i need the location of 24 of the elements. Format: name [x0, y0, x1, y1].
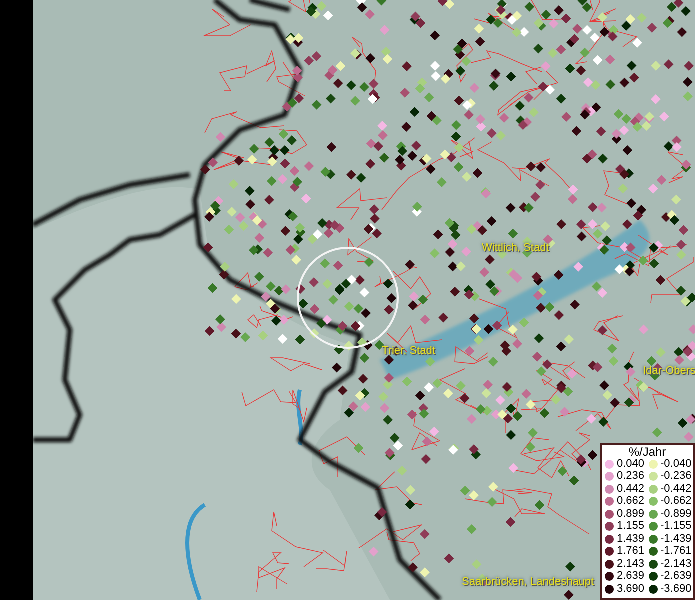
legend-value: 3.690: [617, 584, 645, 595]
legend-value: -1.761: [660, 546, 692, 558]
legend-value: -0.236: [660, 471, 692, 482]
place-label: Wittlich, Stadt: [482, 243, 550, 254]
legend-value: -0.899: [660, 508, 692, 520]
legend-value: -2.143: [660, 558, 692, 570]
legend-value: 0.236: [617, 471, 645, 482]
legend-title: %/Jahr: [628, 446, 668, 458]
legend-value: -0.662: [660, 496, 692, 508]
legend-value: -3.690: [660, 584, 692, 595]
legend-value: -1.439: [660, 534, 692, 545]
legend-value: 0.899: [617, 508, 645, 520]
legend-value: -2.639: [660, 571, 692, 582]
legend-value: 0.040: [617, 458, 645, 470]
legend-value: -0.040: [660, 458, 692, 470]
legend-value: 0.442: [617, 484, 645, 495]
legend-value: -0.442: [660, 484, 692, 495]
legend-value: 2.639: [617, 571, 645, 582]
legend-value: 1.155: [617, 521, 645, 532]
legend-value: 2.143: [617, 558, 645, 570]
legend-value: -1.155: [660, 521, 692, 532]
legend-value: 1.761: [617, 546, 645, 558]
legend-value: 1.439: [617, 534, 645, 545]
legend-value: 0.662: [617, 496, 645, 508]
